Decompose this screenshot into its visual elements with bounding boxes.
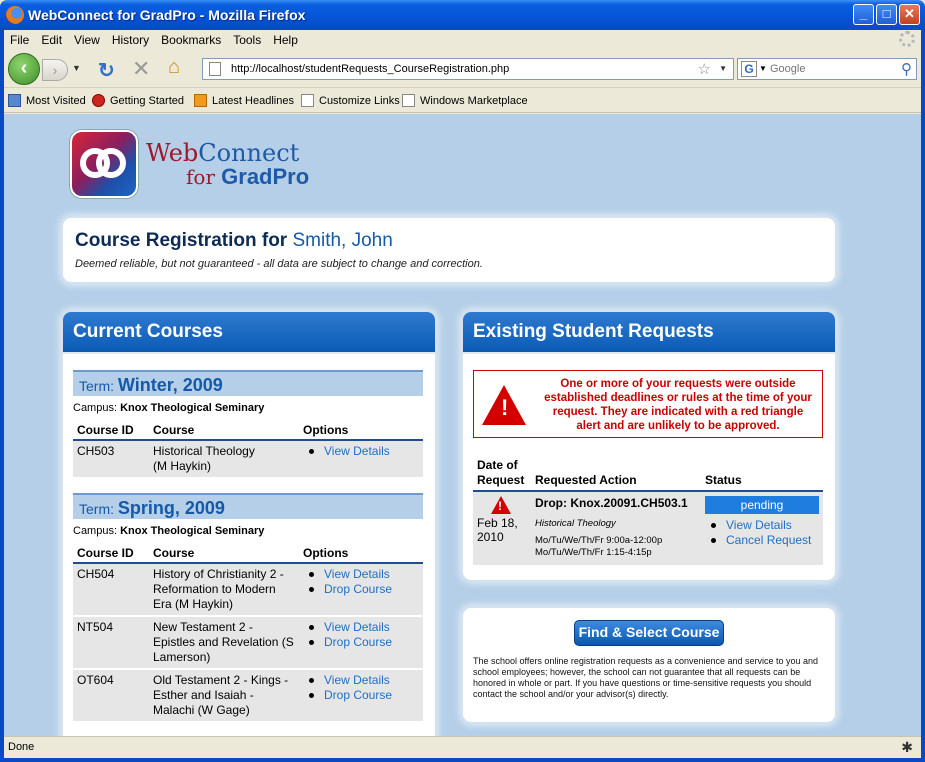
- view-details-link[interactable]: View Details: [726, 518, 792, 533]
- logo-ring-right: [96, 148, 126, 178]
- back-button[interactable]: ‹: [8, 53, 40, 85]
- status-text: Done: [8, 741, 35, 753]
- page-icon: [402, 94, 415, 107]
- alert-message: One or more of your requests were outsid…: [544, 378, 812, 432]
- page-viewport: WebConnect for GradPro Course Registrati…: [4, 114, 921, 736]
- stop-icon[interactable]: ✕: [132, 56, 150, 82]
- menu-file[interactable]: File: [4, 30, 35, 47]
- window-frame-right: [921, 30, 925, 762]
- col-action: Requested Action: [531, 456, 701, 492]
- bookmark-getting-started[interactable]: Getting Started: [92, 94, 184, 107]
- menu-bookmarks[interactable]: Bookmarks: [155, 30, 227, 47]
- col-status: Status: [701, 456, 823, 492]
- col-options: Options: [299, 420, 423, 441]
- address-url[interactable]: http://localhost/studentRequests_CourseR…: [231, 63, 509, 75]
- google-engine-icon[interactable]: G: [741, 61, 757, 77]
- menu-help[interactable]: Help: [267, 30, 304, 47]
- bookmark-most-visited[interactable]: Most Visited: [8, 94, 86, 107]
- brand-product: for GradPro: [186, 164, 310, 189]
- view-details-link[interactable]: View Details: [324, 567, 390, 582]
- reload-icon[interactable]: ↻: [98, 58, 115, 83]
- registration-panel: Course Registration for Smith, John Deem…: [63, 218, 835, 282]
- close-button[interactable]: ✕: [899, 4, 920, 25]
- bookmark-windows-marketplace[interactable]: Windows Marketplace: [402, 94, 528, 107]
- view-details-link[interactable]: View Details: [324, 673, 390, 688]
- search-bar[interactable]: G ▼ ⚲: [737, 58, 917, 80]
- request-schedule: Mo/Tu/We/Th/Fr 9:00a-12:00p Mo/Tu/We/Th/F…: [535, 535, 663, 558]
- table-row: CH503 Historical Theology (M Haykin) View…: [73, 440, 423, 479]
- menu-bar: File Edit View History Bookmarks Tools Help: [4, 30, 921, 50]
- bookmark-star-icon[interactable]: ☆: [698, 60, 711, 78]
- col-date: Date of Request: [473, 456, 531, 492]
- drop-course-link[interactable]: Drop Course: [324, 582, 392, 597]
- address-bar[interactable]: http://localhost/studentRequests_CourseR…: [202, 58, 734, 80]
- warning-triangle-icon: [491, 496, 511, 514]
- campus-winter: Campus: Knox Theological Seminary: [73, 402, 265, 414]
- request-date: Feb 18, 2010: [477, 516, 518, 544]
- courses-table-winter: Course ID Course Options CH503 Historical …: [73, 420, 423, 479]
- col-course: Course: [149, 420, 299, 441]
- title-bar: WebConnect for GradPro - Mozilla Firefox…: [0, 0, 925, 30]
- table-row: NT504 New Testament 2 - Epistles and Rev…: [73, 616, 423, 670]
- current-courses-heading: Current Courses: [63, 312, 435, 354]
- find-select-course-button[interactable]: Find & Select Course: [574, 620, 724, 646]
- address-dropdown-icon[interactable]: ▼: [719, 64, 727, 73]
- maximize-button[interactable]: □: [876, 4, 897, 25]
- menu-history[interactable]: History: [106, 30, 155, 47]
- firebug-icon[interactable]: ✱: [901, 739, 913, 756]
- courses-table-spring: Course ID Course Options CH504 History of …: [73, 543, 423, 723]
- menu-tools[interactable]: Tools: [227, 30, 267, 47]
- student-name: Smith, John: [292, 230, 393, 251]
- existing-requests-heading: Existing Student Requests: [463, 312, 835, 354]
- table-row: OT604 Old Testament 2 - Kings - Esther a…: [73, 669, 423, 723]
- current-courses-panel: Current Courses Term: Winter, 2009 Campu…: [63, 312, 435, 736]
- view-details-link[interactable]: View Details: [324, 620, 390, 635]
- deadline-alert: ! One or more of your requests were outs…: [473, 370, 823, 438]
- bookmark-latest-headlines[interactable]: Latest Headlines: [194, 94, 294, 107]
- disclaimer-text: Deemed reliable, but not guaranteed - al…: [75, 258, 483, 270]
- firefox-icon: [6, 6, 24, 24]
- request-action: Drop: Knox.20091.CH503.1: [535, 496, 688, 510]
- drop-course-link[interactable]: Drop Course: [324, 635, 392, 650]
- forward-button[interactable]: ›: [42, 59, 68, 81]
- history-dropdown-icon[interactable]: ▼: [72, 63, 81, 73]
- minimize-button[interactable]: _: [853, 4, 874, 25]
- status-bar: Done ✱: [4, 736, 921, 758]
- bookmark-customize-links[interactable]: Customize Links: [301, 94, 400, 107]
- request-course: Historical Theology: [535, 518, 616, 529]
- navigation-toolbar: ‹ › ▼ ↻ ✕ ⌂ http://localhost/studentRequ…: [4, 50, 921, 88]
- table-row: Feb 18, 2010 Drop: Knox.20091.CH503.1 Hi…: [473, 491, 823, 565]
- webconnect-logo: [70, 130, 138, 198]
- menu-view[interactable]: View: [68, 30, 106, 47]
- term-bar-spring: Term: Spring, 2009: [73, 493, 423, 519]
- drop-course-link[interactable]: Drop Course: [324, 688, 392, 703]
- campus-spring: Campus: Knox Theological Seminary: [73, 525, 265, 537]
- page-title: Course Registration for Smith, John: [75, 230, 393, 251]
- bookmarks-toolbar: Most Visited Getting Started Latest Head…: [4, 89, 921, 113]
- registration-note: The school offers online registration re…: [473, 656, 819, 699]
- window-title: WebConnect for GradPro - Mozilla Firefox: [28, 7, 306, 23]
- search-magnifier-icon[interactable]: ⚲: [901, 60, 912, 78]
- page-icon: [301, 94, 314, 107]
- term-bar-winter: Term: Winter, 2009: [73, 370, 423, 396]
- throbber-icon: [899, 31, 915, 47]
- col-course-id: Course ID: [73, 420, 149, 441]
- getting-started-icon: [92, 94, 105, 107]
- engine-dropdown-icon[interactable]: ▼: [759, 64, 767, 73]
- menu-edit[interactable]: Edit: [35, 30, 68, 47]
- find-course-panel: Find & Select Course The school offers o…: [463, 608, 835, 722]
- view-details-link[interactable]: View Details: [324, 444, 390, 459]
- existing-requests-panel: Existing Student Requests ! One or more …: [463, 312, 835, 580]
- brand-name: WebConnect: [146, 139, 300, 167]
- rss-feed-icon: [194, 94, 207, 107]
- home-icon[interactable]: ⌂: [168, 56, 180, 79]
- cancel-request-link[interactable]: Cancel Request: [726, 533, 811, 548]
- table-row: CH504 History of Christianity 2 - Reform…: [73, 563, 423, 617]
- status-badge: pending: [705, 496, 819, 514]
- page-icon: [209, 62, 221, 76]
- window-frame-bottom: [0, 758, 925, 762]
- search-input[interactable]: [770, 61, 890, 77]
- most-visited-icon: [8, 94, 21, 107]
- requests-table: Date ofRequest Requested Action Status F…: [473, 456, 823, 565]
